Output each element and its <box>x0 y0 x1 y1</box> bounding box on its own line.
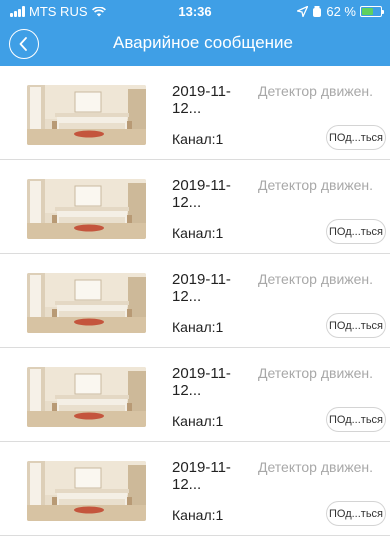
alarm-date-line2: 12... <box>172 194 202 211</box>
alarm-clock-icon <box>313 5 322 17</box>
alarm-date-line2: 12... <box>172 288 202 305</box>
alarm-channel: Канал:1 <box>172 413 224 429</box>
snapshot-thumbnail[interactable] <box>27 273 146 333</box>
alarm-date: 2019-11- 12... <box>172 83 250 117</box>
alarm-action-button[interactable]: ПОд...ться <box>326 407 386 432</box>
page-title: Аварийное сообщение <box>112 33 294 52</box>
alarm-item[interactable]: 2019-11- 12... Детектор движен. Канал:1 … <box>0 254 390 348</box>
alarm-date-line1: 2019-11- <box>172 365 231 382</box>
snapshot-thumbnail[interactable] <box>27 461 146 521</box>
alarm-action-button[interactable]: ПОд...ться <box>326 501 386 526</box>
alarm-event-type: Детектор движен. <box>258 177 374 193</box>
snapshot-thumbnail[interactable] <box>27 367 146 427</box>
alarm-date: 2019-11- 12... <box>172 459 250 493</box>
alarm-item[interactable]: 2019-11- 12... Детектор движен. Канал:1 … <box>0 160 390 254</box>
alarm-event-type: Детектор движен. <box>258 271 374 287</box>
alarm-item[interactable]: 2019-11- 12... Детектор движен. Канал:1 … <box>0 442 390 536</box>
alarm-date-line2: 12... <box>172 476 202 493</box>
alarm-date-line2: 12... <box>172 100 202 117</box>
alarm-date-line1: 2019-11- <box>172 459 231 476</box>
alarm-channel: Канал:1 <box>172 507 224 523</box>
app-header: MTS RUS 13:36 62 % Аварийное сообщение <box>0 0 390 66</box>
alarm-date-line1: 2019-11- <box>172 271 231 288</box>
bedroom-snapshot-image <box>27 461 146 521</box>
navigation-bar: Аварийное сообщение <box>0 22 390 66</box>
alarm-date-line2: 12... <box>172 382 202 399</box>
alarm-action-button[interactable]: ПОд...ться <box>326 125 386 150</box>
alarm-item[interactable]: 2019-11- 12... Детектор движен. Канал:1 … <box>0 66 390 160</box>
alarm-channel: Канал:1 <box>172 225 224 241</box>
alarm-date: 2019-11- 12... <box>172 271 250 305</box>
alarm-channel: Канал:1 <box>172 131 224 147</box>
battery-icon <box>360 6 384 17</box>
bedroom-snapshot-image <box>27 367 146 427</box>
alarm-item[interactable]: 2019-11- 12... Детектор движен. Канал:1 … <box>0 348 390 442</box>
alarm-list: 2019-11- 12... Детектор движен. Канал:1 … <box>0 66 390 536</box>
battery-percent: 62 % <box>326 4 356 19</box>
alarm-date: 2019-11- 12... <box>172 177 250 211</box>
alarm-action-button[interactable]: ПОд...ться <box>326 219 386 244</box>
alarm-date-line1: 2019-11- <box>172 83 231 100</box>
alarm-event-type: Детектор движен. <box>258 83 374 99</box>
alarm-date: 2019-11- 12... <box>172 365 250 399</box>
status-right: 62 % <box>297 4 384 19</box>
alarm-channel: Канал:1 <box>172 319 224 335</box>
bedroom-snapshot-image <box>27 273 146 333</box>
bedroom-snapshot-image <box>27 85 146 145</box>
location-arrow-icon <box>297 6 309 17</box>
alarm-date-line1: 2019-11- <box>172 177 231 194</box>
alarm-event-type: Детектор движен. <box>258 459 374 475</box>
alarm-action-button[interactable]: ПОд...ться <box>326 313 386 338</box>
snapshot-thumbnail[interactable] <box>27 179 146 239</box>
snapshot-thumbnail[interactable] <box>27 85 146 145</box>
alarm-event-type: Детектор движен. <box>258 365 374 381</box>
bedroom-snapshot-image <box>27 179 146 239</box>
status-bar: MTS RUS 13:36 62 % <box>0 0 390 22</box>
